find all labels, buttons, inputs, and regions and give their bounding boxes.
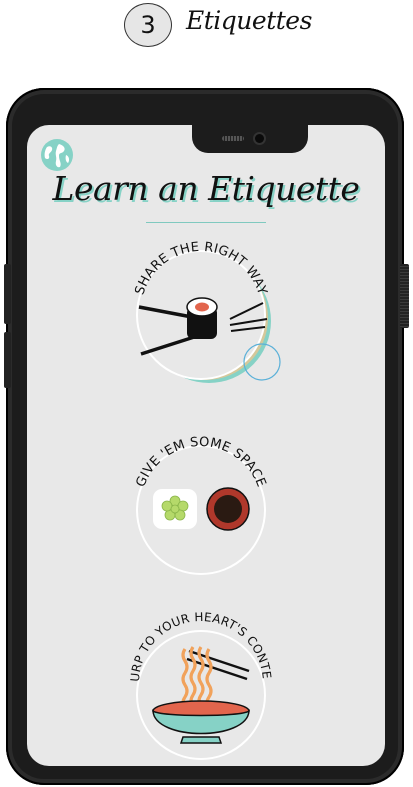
etiquette-card-slurp[interactable]: SLURP TO YOUR HEART'S CONTENT: [126, 602, 274, 760]
step-header: 3 Etiquettes: [0, 0, 413, 50]
app-title: Learn an Etiquette: [52, 169, 360, 208]
front-camera: [255, 134, 264, 143]
title-underline: [146, 222, 266, 223]
app-screen: Learn an Etiquette SHARE THE RIGHT WAY G…: [27, 125, 385, 766]
power-button: [400, 264, 409, 328]
speaker-grille: [222, 136, 244, 141]
step-title: Etiquettes: [186, 6, 312, 35]
step-number-badge: 3: [124, 3, 172, 47]
volume-up-button: [4, 264, 11, 324]
phone-notch: [192, 125, 308, 153]
volume-down-button: [4, 332, 11, 388]
phone-frame: Learn an Etiquette SHARE THE RIGHT WAY G…: [4, 88, 409, 785]
etiquette-card-space[interactable]: GIVE 'EM SOME SPACE: [131, 435, 271, 580]
etiquette-card-share[interactable]: SHARE THE RIGHT WAY: [131, 240, 281, 385]
globe-icon[interactable]: [40, 138, 74, 172]
